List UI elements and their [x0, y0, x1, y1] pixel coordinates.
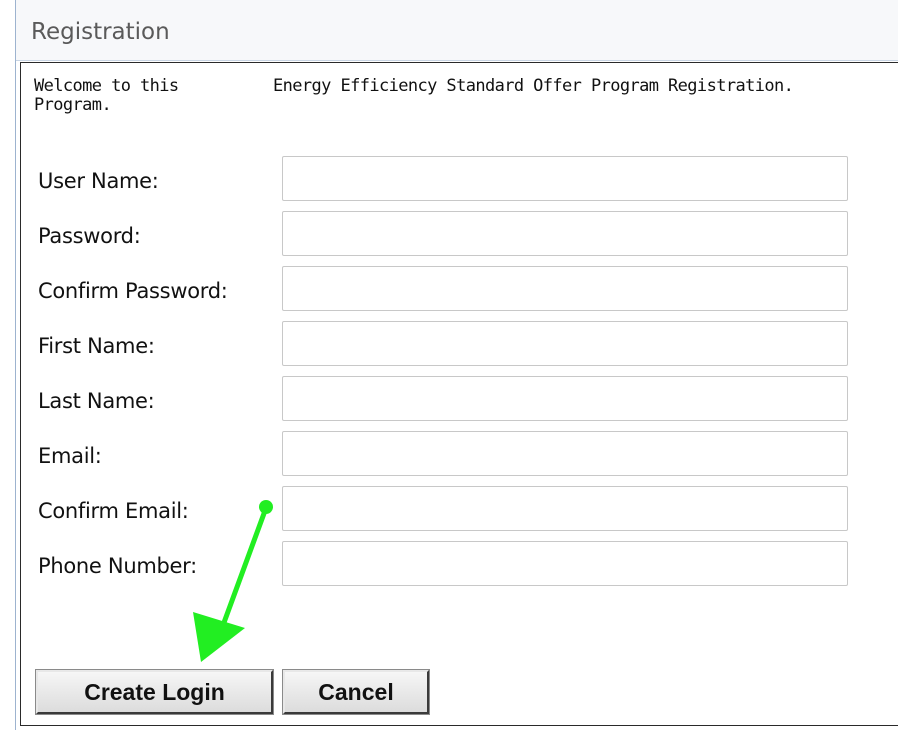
create-login-button[interactable]: Create Login	[36, 670, 273, 714]
last-name-label: Last Name:	[38, 389, 155, 413]
program-title: Energy Efficiency Standard Offer Program…	[273, 76, 794, 96]
email-label: Email:	[38, 444, 102, 468]
user-name-label: User Name:	[38, 169, 159, 193]
last-name-input[interactable]	[282, 376, 848, 421]
user-name-input[interactable]	[282, 156, 848, 201]
confirm-password-label: Confirm Password:	[38, 279, 228, 303]
first-name-input[interactable]	[282, 321, 848, 366]
phone-number-input[interactable]	[282, 541, 848, 586]
welcome-text: Welcome to this Program.	[34, 76, 179, 115]
confirm-email-input[interactable]	[282, 486, 848, 531]
confirm-password-input[interactable]	[282, 266, 848, 311]
password-label: Password:	[38, 224, 141, 248]
cancel-button[interactable]: Cancel	[283, 670, 429, 714]
first-name-label: First Name:	[38, 334, 155, 358]
confirm-email-label: Confirm Email:	[38, 499, 189, 523]
password-input[interactable]	[282, 211, 848, 256]
phone-number-label: Phone Number:	[38, 554, 197, 578]
email-input[interactable]	[282, 431, 848, 476]
panel-title: Registration	[31, 19, 170, 45]
